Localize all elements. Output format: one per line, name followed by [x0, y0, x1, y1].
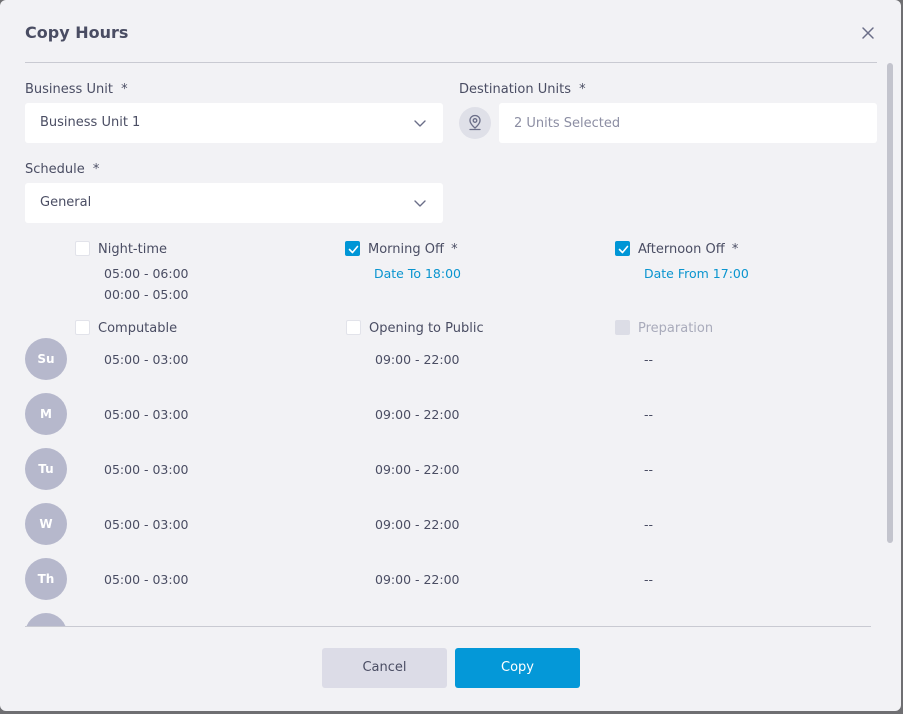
destination-units-label: Destination Units *: [459, 82, 586, 97]
night-time-checkbox[interactable]: [75, 241, 90, 256]
night-time-range-2: 00:00 - 05:00: [104, 287, 189, 302]
afternoon-off-detail: Date From 17:00: [644, 266, 749, 281]
location-pin-icon[interactable]: [459, 107, 491, 139]
opening-hours: 09:00 - 22:00: [375, 352, 460, 367]
preparation-hours: --: [644, 572, 654, 587]
schedule-label: Schedule *: [25, 162, 100, 177]
day-badge: Su: [25, 338, 67, 380]
dialog-title: Copy Hours: [25, 23, 129, 42]
preparation-hours: --: [644, 352, 654, 367]
opening-to-public-label: Opening to Public: [369, 321, 484, 336]
afternoon-off-checkbox[interactable]: [615, 241, 630, 256]
chevron-down-icon: [414, 120, 426, 127]
close-icon[interactable]: [859, 24, 877, 42]
footer-divider: [25, 626, 871, 627]
opening-hours: 09:00 - 22:00: [375, 517, 460, 532]
business-unit-value: Business Unit 1: [40, 115, 141, 130]
scrollbar[interactable]: [887, 63, 893, 543]
schedule-value: General: [40, 195, 92, 210]
destination-units-input[interactable]: [499, 103, 877, 143]
business-unit-label: Business Unit *: [25, 82, 128, 97]
computable-hours: 05:00 - 03:00: [104, 352, 189, 367]
computable-hours: 05:00 - 03:00: [104, 462, 189, 477]
computable-label: Computable: [98, 321, 178, 336]
night-time-label: Night-time: [98, 242, 167, 257]
cancel-button[interactable]: Cancel: [322, 648, 447, 688]
opening-hours: 09:00 - 22:00: [375, 407, 460, 422]
day-badge: Th: [25, 558, 67, 600]
computable-hours: 05:00 - 03:00: [104, 407, 189, 422]
copy-button[interactable]: Copy: [455, 648, 580, 688]
business-unit-select[interactable]: Business Unit 1: [25, 103, 443, 143]
computable-hours: 05:00 - 03:00: [104, 517, 189, 532]
preparation-hours: --: [644, 462, 654, 477]
day-badge-partial: [25, 613, 67, 626]
scroll-clip: [0, 600, 880, 626]
afternoon-off-label: Afternoon Off *: [638, 242, 739, 257]
day-badge: W: [25, 503, 67, 545]
checkmark-icon: [618, 245, 629, 254]
checkmark-icon: [348, 245, 359, 254]
schedule-select[interactable]: General: [25, 183, 443, 223]
day-badge: M: [25, 393, 67, 435]
night-time-range-1: 05:00 - 06:00: [104, 266, 189, 281]
computable-checkbox[interactable]: [75, 320, 90, 335]
morning-off-label: Morning Off *: [368, 242, 458, 257]
header-divider: [25, 62, 877, 63]
preparation-checkbox: [615, 320, 630, 335]
morning-off-checkbox[interactable]: [345, 241, 360, 256]
chevron-down-icon: [414, 200, 426, 207]
preparation-hours: --: [644, 407, 654, 422]
computable-hours: 05:00 - 03:00: [104, 572, 189, 587]
day-badge: Tu: [25, 448, 67, 490]
opening-hours: 09:00 - 22:00: [375, 572, 460, 587]
preparation-hours: --: [644, 517, 654, 532]
opening-to-public-checkbox[interactable]: [346, 320, 361, 335]
copy-hours-dialog: Copy Hours Business Unit * Business Unit…: [0, 0, 901, 711]
opening-hours: 09:00 - 22:00: [375, 462, 460, 477]
morning-off-detail: Date To 18:00: [374, 266, 462, 281]
preparation-label: Preparation: [638, 321, 714, 336]
